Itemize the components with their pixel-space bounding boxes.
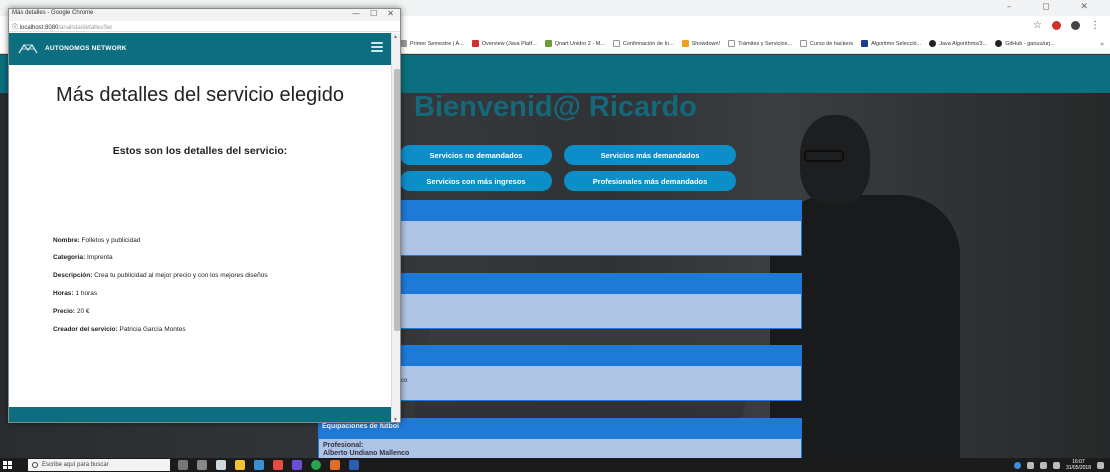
page-icon xyxy=(728,40,736,47)
volume-icon[interactable] xyxy=(1052,461,1060,469)
popup-address-bar[interactable]: ⓘ localhost:8080/analista/detallesSer xyxy=(9,21,400,32)
popup-title: Más detalles - Google Chrome xyxy=(12,10,94,16)
welcome-heading: Bienvenid@ Ricardo xyxy=(414,91,697,123)
popup-content xyxy=(9,65,391,407)
microphone-icon[interactable] xyxy=(178,460,188,470)
detail-precio: Precio: 20 € xyxy=(53,308,90,315)
taskbar-clock[interactable]: 16:07 31/05/2018 xyxy=(1066,459,1091,471)
app-icon[interactable] xyxy=(330,460,340,470)
info-icon[interactable]: ⓘ xyxy=(12,25,20,31)
bookmark-icon xyxy=(544,40,552,47)
bookmark-icon xyxy=(861,40,869,47)
windows-start-icon[interactable] xyxy=(2,460,14,470)
service-card-body[interactable]: Profesional: Alberto Undiano Mallenco xyxy=(318,438,802,458)
edge-icon[interactable] xyxy=(216,460,226,470)
search-placeholder: Escribe aquí para buscar xyxy=(42,462,109,468)
hamburger-menu-icon[interactable] xyxy=(371,42,383,52)
bookmark-item[interactable]: Confirmación de In... xyxy=(612,40,674,47)
main-window-controls[interactable]: – ◻ ✕ xyxy=(1007,2,1102,12)
app-icon[interactable] xyxy=(292,460,302,470)
bookmark-icon xyxy=(681,40,689,47)
popup-navbar: AUTONOMOS NETWORK xyxy=(9,33,391,65)
bookmark-item[interactable]: GitHub - ganuu/urj... xyxy=(995,40,1055,47)
star-icon[interactable]: ☆ xyxy=(1033,20,1042,31)
details-subheading: Estos son los detalles del servicio: xyxy=(112,145,288,157)
profile-icon[interactable] xyxy=(1071,21,1080,30)
professional-label: Profesional: xyxy=(323,442,364,449)
bookmark-icon xyxy=(471,40,479,47)
popup-titlebar: Más detalles - Google Chrome — ☐ ✕ xyxy=(9,9,400,21)
popup-footer xyxy=(9,407,391,422)
minimize-icon[interactable]: — xyxy=(352,9,360,18)
address-host: localhost:8080 xyxy=(19,25,59,31)
task-view-icon[interactable] xyxy=(197,460,207,470)
page-icon xyxy=(612,40,620,47)
popup-window: Más detalles - Google Chrome — ☐ ✕ ⓘ loc… xyxy=(8,8,401,423)
extension-red-icon[interactable] xyxy=(1052,21,1061,30)
taskbar-apps xyxy=(178,460,359,470)
detail-horas: Horas: 1 horas xyxy=(53,290,98,297)
word-icon[interactable] xyxy=(349,460,359,470)
service-card-title: Equipaciones de fútbol xyxy=(322,423,400,430)
professional-name: Alberto Undiano Mallenco xyxy=(323,450,410,457)
notifications-icon[interactable] xyxy=(1097,461,1104,469)
servicios-no-demandados-button[interactable]: Servicios no demandados xyxy=(400,145,552,165)
page-title: Más detalles del servicio elegido xyxy=(56,84,344,106)
scroll-up-icon[interactable]: ▲ xyxy=(393,34,398,40)
taskbar-search-input[interactable]: Escribe aquí para buscar xyxy=(28,459,170,471)
bookmark-item[interactable]: Qnart Unidro 2 - M... xyxy=(544,40,605,47)
bookmark-item[interactable]: Curso de hackers xyxy=(799,40,853,47)
card-partial-text: co xyxy=(401,378,408,384)
file-explorer-icon[interactable] xyxy=(235,460,245,470)
people-icon[interactable] xyxy=(1026,461,1034,469)
profesionales-mas-demandados-button[interactable]: Profesionales más demandados xyxy=(564,171,736,191)
detail-categoria: Categoría: Imprenta xyxy=(53,254,113,261)
detail-descripcion: Descripción: Crea tu publicidad al mejor… xyxy=(53,272,268,279)
close-icon[interactable]: ✕ xyxy=(387,9,394,18)
github-icon xyxy=(929,40,937,47)
extension-icons: ☆ ⋮ xyxy=(1033,20,1100,31)
chrome-icon[interactable] xyxy=(311,460,321,470)
maximize-icon[interactable]: ☐ xyxy=(370,9,377,18)
bookmark-item[interactable]: Algoritmo Selecció... xyxy=(861,40,921,47)
bookmark-item[interactable]: Primer Semestre | A... xyxy=(400,40,464,47)
scrollbar-thumb[interactable] xyxy=(394,69,400,331)
brand-name[interactable]: AUTONOMOS NETWORK xyxy=(45,45,127,52)
scroll-down-icon[interactable]: ▼ xyxy=(393,417,398,422)
bookmark-item[interactable]: Showdown! xyxy=(681,40,720,47)
servicios-mas-demandados-button[interactable]: Servicios más demandados xyxy=(564,145,736,165)
bookmark-item[interactable]: Trámites y Servicios... xyxy=(728,40,792,47)
address-path: /analista/detallesSer xyxy=(58,25,113,31)
windows-taskbar: Escribe aquí para buscar 16:07 31/05/201… xyxy=(0,458,1110,472)
bookmark-icon xyxy=(400,40,407,47)
bookmarks-overflow-icon[interactable]: » xyxy=(1100,41,1104,48)
detail-nombre: Nombre: Folletos y publicidad xyxy=(53,237,141,244)
store-icon[interactable] xyxy=(254,460,264,470)
app-icon[interactable] xyxy=(273,460,283,470)
network-logo-icon[interactable] xyxy=(18,43,38,55)
bookmark-item[interactable]: Overview (Java Platf... xyxy=(471,40,537,47)
detail-creador: Creador del servicio: Patricia García Mo… xyxy=(53,326,186,333)
page-icon xyxy=(799,40,807,47)
network-icon[interactable] xyxy=(1039,461,1047,469)
system-tray: 16:07 31/05/2018 xyxy=(1013,459,1104,471)
github-icon xyxy=(995,40,1003,47)
servicios-mas-ingresos-button[interactable]: Servicios con más ingresos xyxy=(400,171,552,191)
popup-scrollbar[interactable]: ▲ ▼ xyxy=(391,33,400,422)
menu-dots-icon[interactable]: ⋮ xyxy=(1090,20,1100,31)
cortana-icon xyxy=(32,462,38,468)
bookmark-item[interactable]: Java Algorithms/3... xyxy=(929,40,987,47)
tray-app-icon[interactable] xyxy=(1013,461,1021,469)
